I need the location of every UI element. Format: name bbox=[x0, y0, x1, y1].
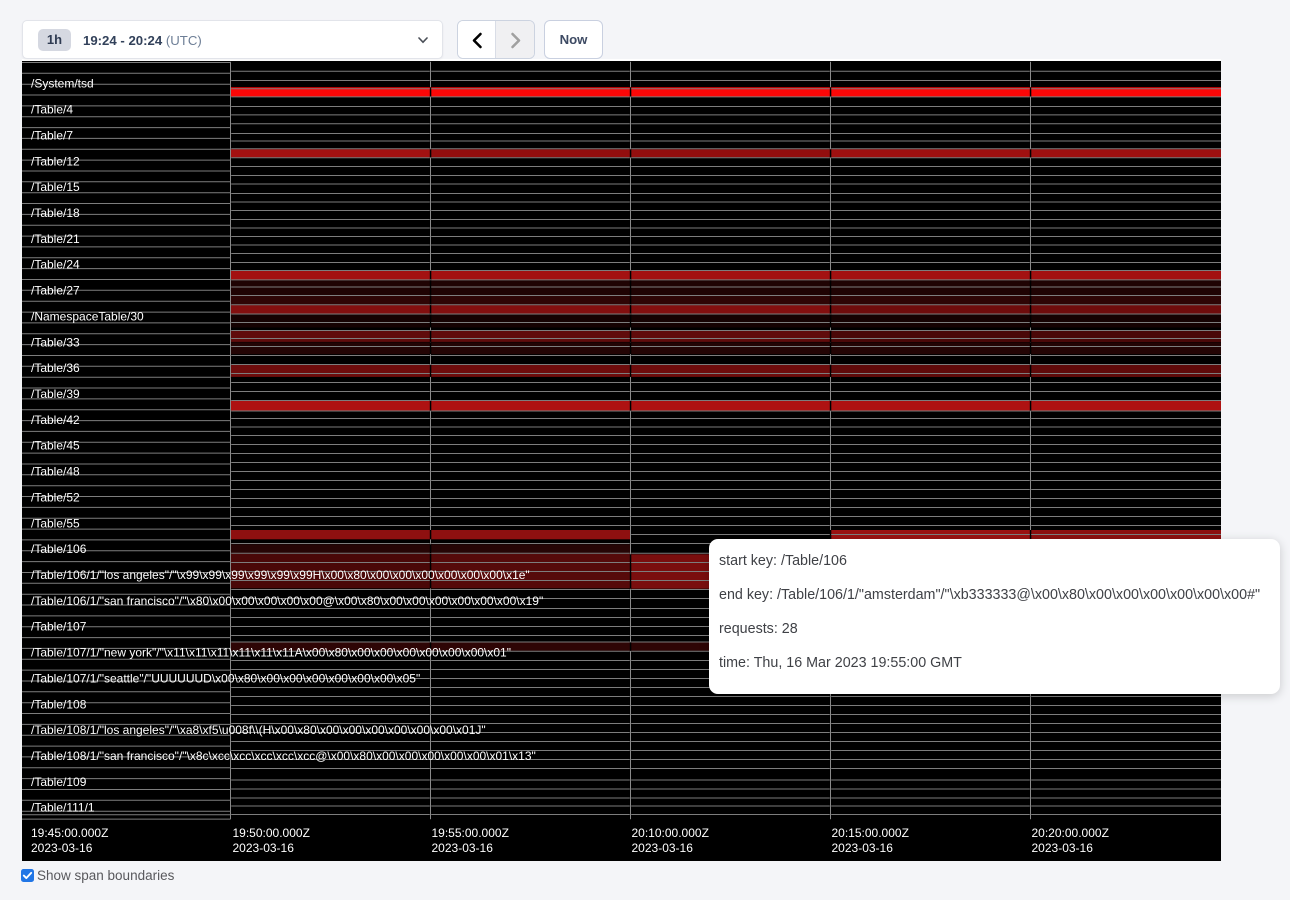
svg-text:/Table/21: /Table/21 bbox=[31, 231, 80, 245]
svg-text:20:10:00.000Z: 20:10:00.000Z bbox=[632, 826, 709, 840]
svg-text:19:55:00.000Z: 19:55:00.000Z bbox=[432, 826, 509, 840]
svg-text:/Table/4: /Table/4 bbox=[31, 102, 73, 116]
svg-text:2023-03-16: 2023-03-16 bbox=[832, 841, 894, 855]
svg-text:20:20:00.000Z: 20:20:00.000Z bbox=[1032, 826, 1109, 840]
svg-text:/Table/39: /Table/39 bbox=[31, 387, 80, 401]
svg-text:/Table/109: /Table/109 bbox=[31, 774, 87, 788]
svg-text:2023-03-16: 2023-03-16 bbox=[1032, 841, 1094, 855]
svg-text:/Table/42: /Table/42 bbox=[31, 412, 80, 426]
svg-text:/Table/106/1/"san francisco"/": /Table/106/1/"san francisco"/"\x80\x00\x… bbox=[31, 593, 543, 607]
svg-text:/Table/108/1/"san francisco"/": /Table/108/1/"san francisco"/"\x8c\xcc\x… bbox=[31, 749, 536, 763]
svg-text:19:50:00.000Z: 19:50:00.000Z bbox=[233, 826, 310, 840]
svg-text:/Table/45: /Table/45 bbox=[31, 438, 80, 452]
svg-text:/Table/27: /Table/27 bbox=[31, 283, 80, 297]
svg-text:/Table/107/1/"new york"/"\x11\: /Table/107/1/"new york"/"\x11\x11\x11\x1… bbox=[31, 645, 511, 659]
svg-text:/Table/7: /Table/7 bbox=[31, 128, 73, 142]
svg-text:/System/tsd: /System/tsd bbox=[31, 76, 94, 90]
svg-text:/Table/106/1/"los angeles"/"\x: /Table/106/1/"los angeles"/"\x99\x99\x99… bbox=[31, 568, 530, 582]
svg-text:/Table/24: /Table/24 bbox=[31, 257, 80, 271]
svg-text:/Table/33: /Table/33 bbox=[31, 335, 80, 349]
svg-text:2023-03-16: 2023-03-16 bbox=[432, 841, 494, 855]
svg-text:2023-03-16: 2023-03-16 bbox=[632, 841, 694, 855]
svg-text:/Table/107/1/"seattle"/"UUUUUU: /Table/107/1/"seattle"/"UUUUUUD\x00\x80\… bbox=[31, 671, 420, 685]
svg-text:/Table/36: /Table/36 bbox=[31, 361, 80, 375]
svg-text:/Table/106: /Table/106 bbox=[31, 542, 87, 556]
svg-text:19:45:00.000Z: 19:45:00.000Z bbox=[31, 826, 108, 840]
svg-text:/Table/108/1/"los angeles"/"\x: /Table/108/1/"los angeles"/"\xa8\xf5\u00… bbox=[31, 723, 486, 737]
svg-text:20:15:00.000Z: 20:15:00.000Z bbox=[832, 826, 909, 840]
svg-text:/Table/18: /Table/18 bbox=[31, 206, 80, 220]
svg-text:/Table/107: /Table/107 bbox=[31, 619, 87, 633]
svg-text:/Table/108: /Table/108 bbox=[31, 697, 87, 711]
svg-text:/Table/55: /Table/55 bbox=[31, 516, 80, 530]
svg-text:2023-03-16: 2023-03-16 bbox=[233, 841, 295, 855]
svg-text:/NamespaceTable/30: /NamespaceTable/30 bbox=[31, 309, 144, 323]
svg-text:/Table/12: /Table/12 bbox=[31, 154, 80, 168]
svg-text:2023-03-16: 2023-03-16 bbox=[31, 841, 93, 855]
svg-text:/Table/52: /Table/52 bbox=[31, 490, 80, 504]
svg-text:/Table/15: /Table/15 bbox=[31, 180, 80, 194]
svg-text:/Table/111/1: /Table/111/1 bbox=[31, 800, 95, 814]
svg-text:/Table/48: /Table/48 bbox=[31, 464, 80, 478]
